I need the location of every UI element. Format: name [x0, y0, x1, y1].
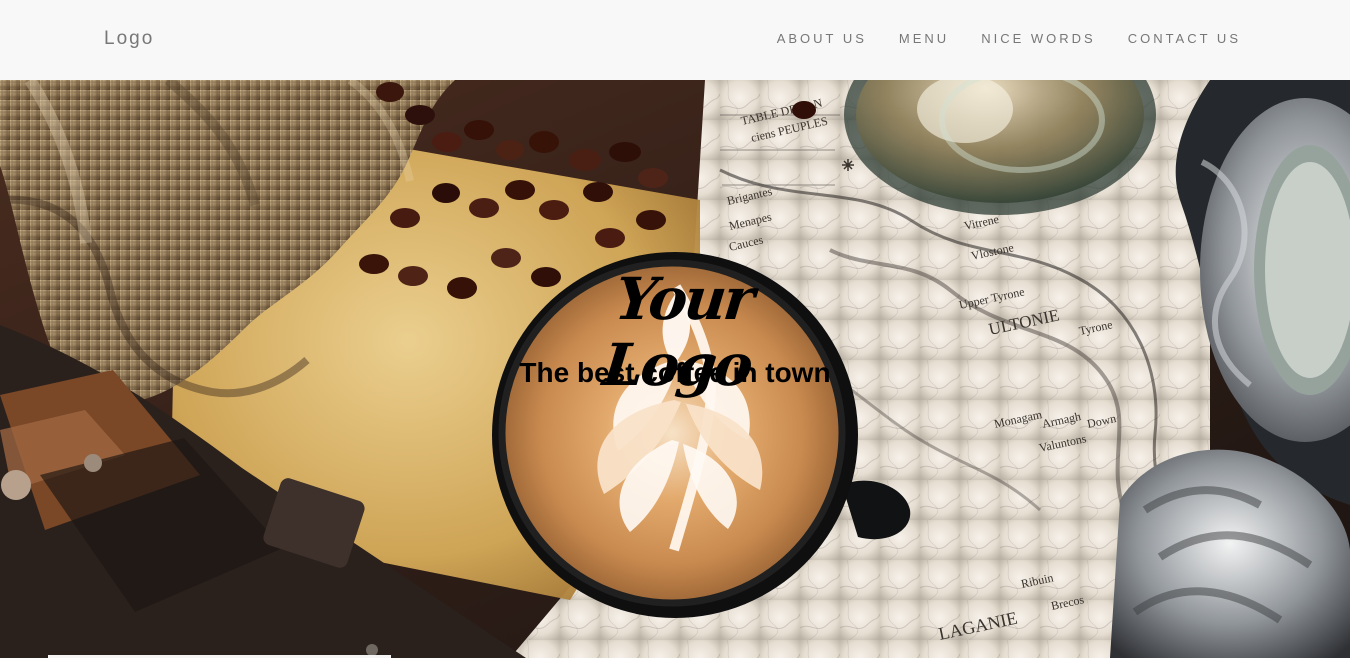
- hero-section: TABLE DES AN ciens PEUPLES Vitrene Vlost…: [0, 80, 1350, 658]
- nav-link-nice-words[interactable]: NICE WORDS: [981, 31, 1096, 46]
- main-navigation: ABOUT US MENU NICE WORDS CONTACT US: [777, 31, 1241, 46]
- top-navigation-bar: Logo ABOUT US MENU NICE WORDS CONTACT US: [0, 0, 1350, 80]
- nav-link-menu[interactable]: MENU: [899, 31, 949, 46]
- nav-link-contact-us[interactable]: CONTACT US: [1128, 31, 1241, 46]
- nav-link-about-us[interactable]: ABOUT US: [777, 31, 867, 46]
- hero-tagline: The best coffee in town: [519, 357, 831, 388]
- brand-logo-link[interactable]: Logo: [104, 28, 154, 50]
